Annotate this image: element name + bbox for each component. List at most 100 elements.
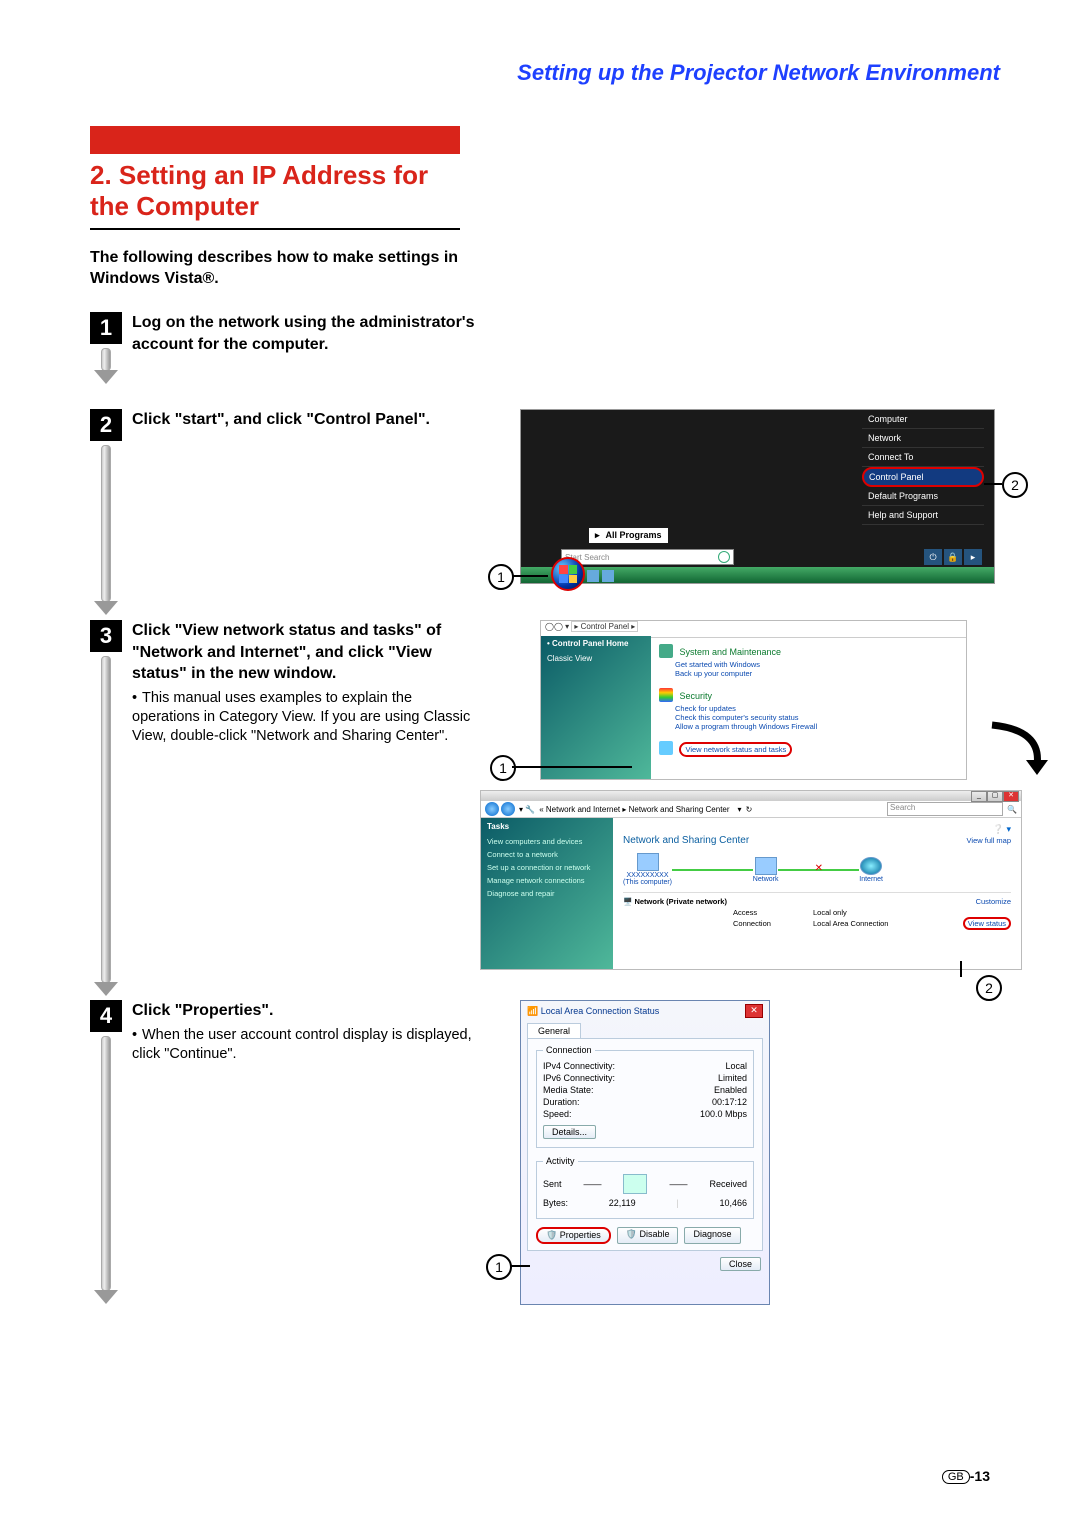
task-link[interactable]: Manage network connections bbox=[481, 874, 613, 887]
callout-line bbox=[512, 766, 632, 768]
start-orb-icon[interactable] bbox=[551, 557, 585, 591]
view-network-status-link[interactable]: View network status and tasks bbox=[679, 742, 792, 757]
close-button[interactable]: Close bbox=[720, 1257, 761, 1271]
start-search-input[interactable]: Start Search bbox=[561, 549, 734, 565]
page-number: GB-13 bbox=[942, 1468, 990, 1484]
shield-icon bbox=[659, 688, 673, 702]
intro-text: The following describes how to make sett… bbox=[90, 248, 470, 290]
network-icon bbox=[659, 741, 673, 755]
tab-general[interactable]: General bbox=[527, 1023, 581, 1038]
callout-line bbox=[984, 483, 1002, 485]
power-buttons[interactable]: ⏻ 🔒 ▸ bbox=[924, 549, 982, 565]
received-label: Received bbox=[709, 1179, 747, 1189]
row-val: Local only bbox=[813, 908, 951, 917]
properties-button[interactable]: 🛡️ Properties bbox=[536, 1227, 611, 1244]
step-1: 1 Log on the network using the administr… bbox=[90, 312, 1000, 355]
start-menu-item[interactable]: Network bbox=[862, 429, 984, 448]
chapter-number: 2. bbox=[90, 160, 112, 190]
all-programs-link[interactable]: All Programs bbox=[589, 528, 668, 543]
callout-2: 2 bbox=[1002, 472, 1028, 498]
step-4-note: •When the user account control display i… bbox=[132, 1026, 477, 1064]
task-link[interactable]: View computers and devices bbox=[481, 835, 613, 848]
callout-1: 1 bbox=[490, 755, 516, 781]
callout-1: 1 bbox=[486, 1254, 512, 1280]
task-link[interactable]: Connect to a network bbox=[481, 848, 613, 861]
sidebar-link[interactable]: Classic View bbox=[541, 651, 651, 666]
view-status-link[interactable]: View status bbox=[963, 917, 1011, 930]
step-3-title: Click "View network status and tasks" of… bbox=[132, 620, 477, 685]
category-sublink[interactable]: Allow a program through Windows Firewall bbox=[675, 722, 958, 731]
legend: Connection bbox=[543, 1045, 595, 1055]
category-title[interactable]: System and Maintenance bbox=[679, 647, 781, 657]
step-3: 3 Click "View network status and tasks" … bbox=[90, 620, 480, 745]
network-name: Network (Private network) bbox=[634, 897, 727, 906]
category-sublink[interactable]: Get started with Windows bbox=[675, 660, 958, 669]
nav-fwd-icon[interactable] bbox=[501, 802, 515, 816]
power-icon[interactable]: ⏻ bbox=[924, 549, 942, 565]
category-sublink[interactable]: Check for updates bbox=[675, 704, 958, 713]
sidebar-link[interactable]: • Control Panel Home bbox=[541, 636, 651, 651]
step-number-badge: 1 bbox=[90, 312, 122, 344]
system-icon bbox=[659, 644, 673, 658]
taskbar-quick-launch[interactable] bbox=[587, 570, 614, 582]
category-sublink[interactable]: Back up your computer bbox=[675, 669, 958, 678]
start-menu-item[interactable]: Computer bbox=[862, 410, 984, 429]
step-2: 2 Click "start", and click "Control Pane… bbox=[90, 409, 480, 449]
screenshot-lac-status: 📶 Local Area Connection Status ✕ General… bbox=[520, 1000, 770, 1305]
network-map: XXXXXXXXX(This computer) Network Interne… bbox=[623, 853, 883, 886]
customize-link[interactable]: Customize bbox=[951, 897, 1011, 906]
start-menu-item-control-panel[interactable]: Control Panel bbox=[862, 467, 984, 487]
row-key: Access bbox=[733, 908, 813, 917]
start-menu-item[interactable]: Default Programs bbox=[862, 487, 984, 506]
screenshot-control-panel: ◯◯ ▾ ▸ Control Panel ▸ • Control Panel H… bbox=[540, 620, 967, 780]
diagnose-button[interactable]: Diagnose bbox=[684, 1227, 740, 1244]
nav-back-icon[interactable] bbox=[485, 802, 499, 816]
category-security: Security Check for updates Check this co… bbox=[659, 686, 958, 731]
callout-line bbox=[512, 575, 548, 577]
callout-line bbox=[510, 1265, 530, 1267]
page-header: Setting up the Projector Network Environ… bbox=[90, 60, 1000, 86]
activity-fieldset: Activity Sent —— —— Received Bytes:22,11… bbox=[536, 1156, 754, 1219]
disable-button[interactable]: 🛡️ Disable bbox=[617, 1227, 679, 1244]
category-sublink[interactable]: Check this computer's security status bbox=[675, 713, 958, 722]
step-number-badge: 4 bbox=[90, 1000, 122, 1032]
screenshot-start-menu: Computer Network Connect To Control Pane… bbox=[520, 409, 995, 584]
task-link[interactable]: Set up a connection or network bbox=[481, 861, 613, 874]
task-link[interactable]: Diagnose and repair bbox=[481, 887, 613, 900]
step-1-title: Log on the network using the administrat… bbox=[132, 312, 477, 355]
dialog-titlebar: 📶 Local Area Connection Status ✕ bbox=[521, 1001, 769, 1021]
step-number-badge: 3 bbox=[90, 620, 122, 652]
address-bar[interactable]: ▾ 🔧« Network and Internet ▸ Network and … bbox=[481, 801, 1021, 818]
step-4-title: Click "Properties". bbox=[132, 1000, 477, 1022]
start-menu-item[interactable]: Connect To bbox=[862, 448, 984, 467]
node-internet: Internet bbox=[859, 857, 883, 883]
sent-label: Sent bbox=[543, 1179, 562, 1189]
step-3-note: •This manual uses examples to explain th… bbox=[132, 689, 477, 746]
lock-icon[interactable]: 🔒 bbox=[944, 549, 962, 565]
callout-1: 1 bbox=[488, 564, 514, 590]
callout-line bbox=[960, 961, 962, 977]
step-number-badge: 2 bbox=[90, 409, 122, 441]
callout-2: 2 bbox=[976, 975, 1002, 1001]
chapter-title: 2. Setting an IP Address for the Compute… bbox=[90, 160, 460, 230]
step-2-title: Click "start", and click "Control Panel"… bbox=[132, 409, 477, 431]
details-button[interactable]: Details... bbox=[543, 1125, 596, 1139]
category-title[interactable]: Security bbox=[679, 691, 712, 701]
start-menu-item[interactable]: Help and Support bbox=[862, 506, 984, 525]
window-buttons[interactable]: _▢✕ bbox=[971, 791, 1019, 802]
tasks-heading: Tasks bbox=[481, 818, 613, 835]
category-system: System and Maintenance Get started with … bbox=[659, 642, 958, 678]
chapter-accent-bar bbox=[90, 126, 460, 154]
screenshot-network-sharing-center: _▢✕ ▾ 🔧« Network and Internet ▸ Network … bbox=[480, 790, 1022, 970]
arrow-icon[interactable]: ▸ bbox=[964, 549, 982, 565]
row-val: Local Area Connection bbox=[813, 919, 951, 928]
node-pc: XXXXXXXXX(This computer) bbox=[623, 853, 672, 886]
nsc-sidebar: Tasks View computers and devices Connect… bbox=[481, 818, 613, 969]
row-key: Connection bbox=[733, 919, 813, 928]
close-icon[interactable]: ✕ bbox=[745, 1004, 763, 1018]
step-4: 4 Click "Properties". •When the user acc… bbox=[90, 1000, 480, 1063]
connection-fieldset: Connection IPv4 Connectivity:Local IPv6 … bbox=[536, 1045, 754, 1148]
monitor-icon bbox=[623, 1174, 647, 1194]
control-panel-sidebar: • Control Panel Home Classic View bbox=[541, 636, 651, 779]
search-input[interactable]: Search bbox=[887, 802, 1003, 816]
